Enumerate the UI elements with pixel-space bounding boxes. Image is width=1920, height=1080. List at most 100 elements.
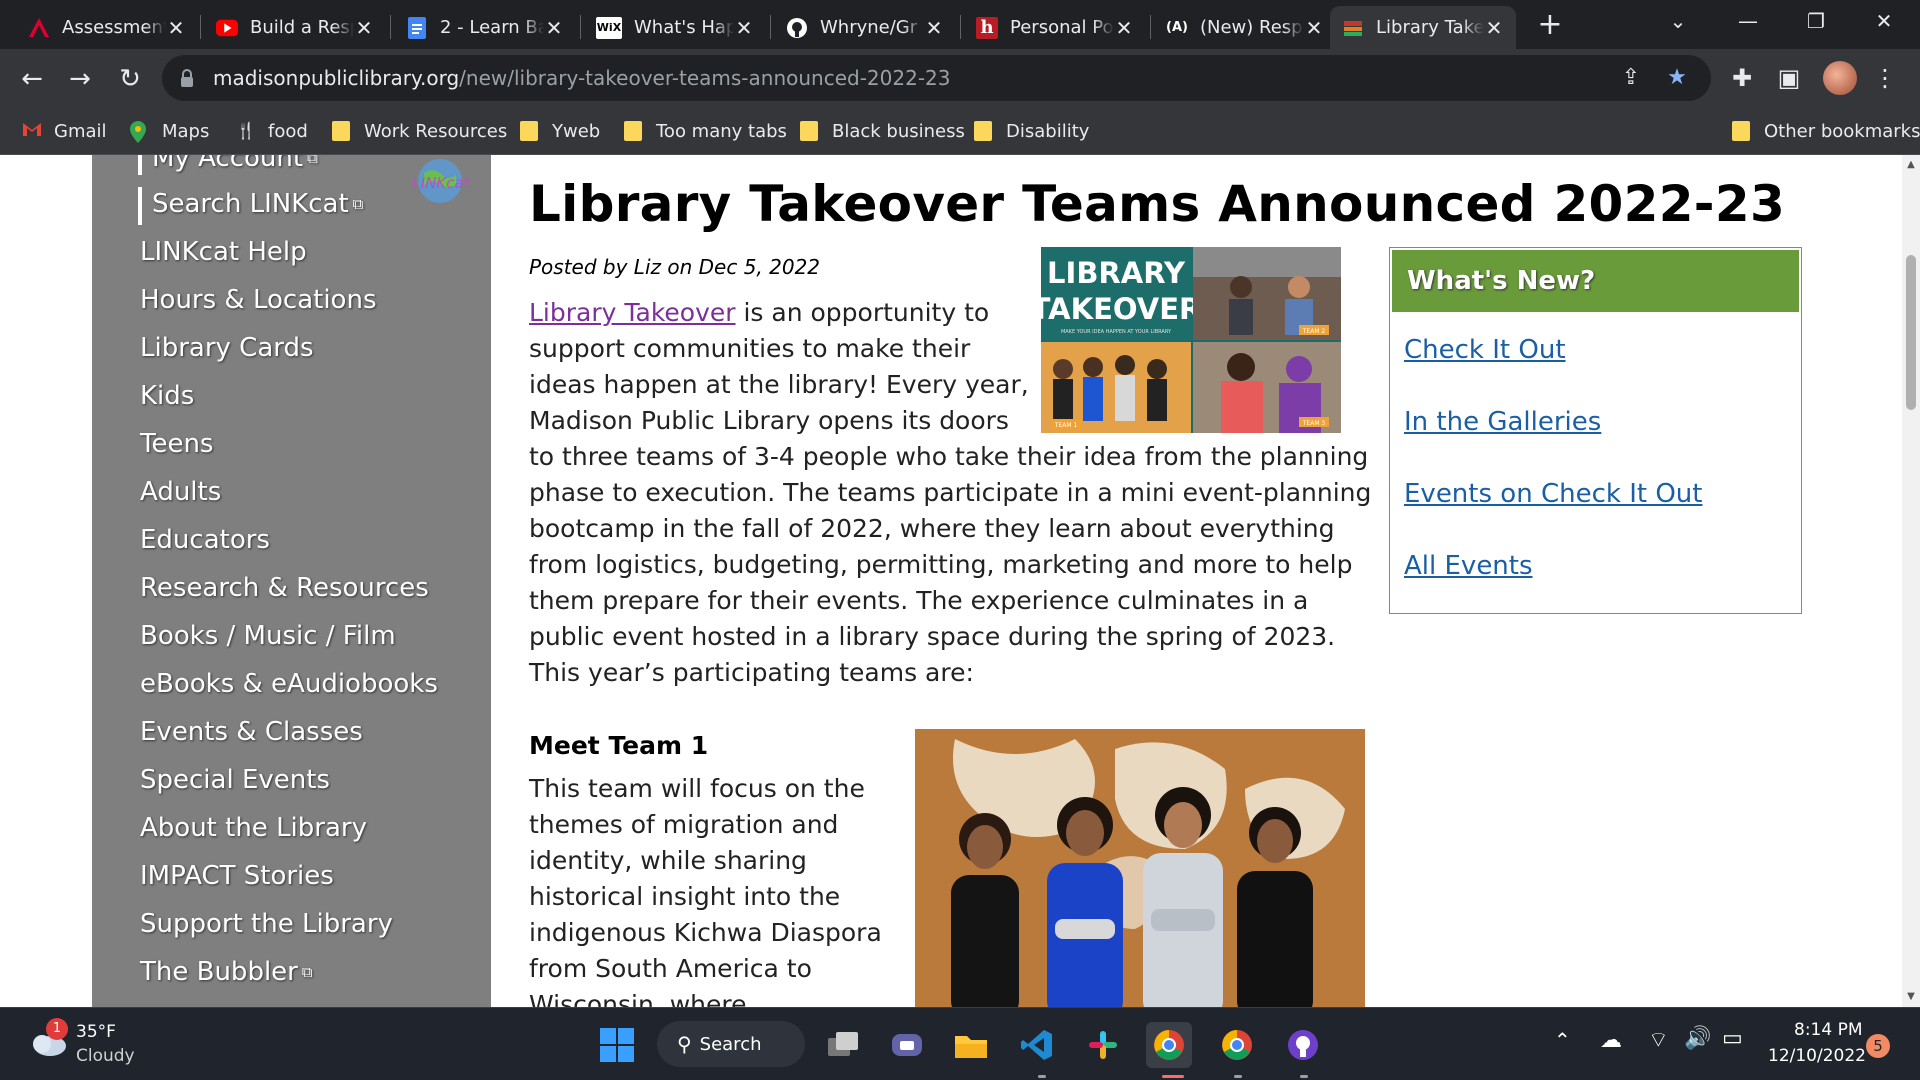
tab-title: (New) Resp — [1200, 17, 1303, 38]
whats-new-link-events-check-it-out[interactable]: Events on Check It Out — [1404, 479, 1702, 509]
bookmark-maps[interactable]: Maps — [130, 117, 209, 145]
bookmark-folder-other-bookmarks[interactable]: Other bookmarks — [1732, 117, 1920, 145]
tab-new-resp[interactable]: (A) (New) Resp ✕ — [1154, 6, 1336, 49]
restore-button[interactable]: ❐ — [1786, 0, 1846, 42]
vscode-icon[interactable] — [1014, 1022, 1060, 1068]
bookmark-folder-yweb[interactable]: Yweb — [520, 117, 600, 145]
sidebar-item-label: Support the Library — [140, 909, 393, 939]
tab-github[interactable]: Whryne/Gr ✕ — [774, 6, 956, 49]
sidebar-item-special-events[interactable]: Special Events — [140, 765, 330, 795]
team-1-heading: Meet Team 1 — [529, 731, 709, 760]
weather-widget[interactable]: 1 35°F Cloudy — [28, 1018, 168, 1070]
close-icon[interactable]: ✕ — [924, 16, 944, 40]
chrome-profile-1-icon[interactable] — [1146, 1022, 1192, 1068]
tab-personal-po[interactable]: h Personal Po ✕ — [964, 6, 1146, 49]
sidebar-item-support-library[interactable]: Support the Library — [140, 909, 393, 939]
teams-chat-icon[interactable] — [884, 1022, 930, 1068]
close-icon[interactable]: ✕ — [1304, 16, 1324, 40]
sidebar-item-search-linkcat[interactable]: Search LINKcat ⧉ — [152, 189, 363, 219]
tab-build-a-resp[interactable]: Build a Resp ✕ — [204, 6, 386, 49]
close-window-button[interactable]: ✕ — [1854, 0, 1914, 42]
more-menu-icon[interactable]: ⋮ — [1868, 61, 1902, 95]
new-tab-button[interactable]: + — [1532, 7, 1568, 43]
bookmark-folder-disability[interactable]: Disability — [974, 117, 1089, 145]
tab-assessment[interactable]: Assessment ✕ — [16, 6, 198, 49]
close-icon[interactable]: ✕ — [734, 16, 754, 40]
close-icon[interactable]: ✕ — [544, 16, 564, 40]
tab-whats-hap[interactable]: WiX What's Hap ✕ — [584, 6, 766, 49]
close-icon[interactable]: ✕ — [1114, 16, 1134, 40]
linkcat-logo[interactable]: LINKcat — [402, 155, 480, 207]
file-explorer-icon[interactable] — [948, 1022, 994, 1068]
team-1-description: This team will focus on the themes of mi… — [529, 774, 882, 1007]
sidebar-item-kids[interactable]: Kids — [140, 381, 194, 411]
sidebar-item-educators[interactable]: Educators — [140, 525, 270, 555]
notification-badge[interactable]: 5 — [1866, 1034, 1890, 1058]
wifi-icon[interactable]: ⌔ — [1648, 1026, 1669, 1054]
forward-button[interactable]: → — [62, 61, 98, 97]
bookmark-food[interactable]: 🍴 food — [236, 117, 308, 145]
tab-learn[interactable]: 2 - Learn Ba ✕ — [394, 6, 576, 49]
sidebar-item-impact-stories[interactable]: IMPACT Stories — [140, 861, 334, 891]
side-panel-icon[interactable]: ▣ — [1772, 61, 1806, 95]
whats-new-link-galleries[interactable]: In the Galleries — [1404, 407, 1601, 437]
taskbar-search[interactable]: ⚲ Search — [657, 1021, 805, 1067]
page-scrollbar[interactable]: ▲ ▼ — [1902, 155, 1920, 1007]
onedrive-cloud-icon[interactable]: ☁ — [1600, 1028, 1622, 1053]
sidebar-item-linkcat-help[interactable]: LINKcat Help — [140, 237, 307, 267]
tab-library-takeover[interactable]: Library Take ✕ — [1330, 6, 1516, 49]
reload-button[interactable]: ↻ — [112, 61, 148, 97]
bookmark-gmail[interactable]: Gmail — [22, 117, 107, 145]
sidebar-item-about-library[interactable]: About the Library — [140, 813, 367, 843]
bookmark-star-icon[interactable]: ★ — [1662, 63, 1692, 93]
clock-time[interactable]: 8:14 PM — [1794, 1020, 1863, 1040]
url-text[interactable]: madisonpubliclibrary.org/new/library-tak… — [213, 66, 950, 90]
chrome-profile-2-icon[interactable] — [1214, 1022, 1260, 1068]
minimize-button[interactable]: — — [1718, 0, 1778, 42]
close-icon[interactable]: ✕ — [354, 16, 374, 40]
whats-new-link-all-events[interactable]: All Events — [1404, 551, 1533, 581]
youtube-icon — [216, 17, 238, 39]
clock-date[interactable]: 12/10/2022 — [1768, 1046, 1866, 1066]
bookmark-label: Too many tabs — [656, 120, 787, 142]
gmail-icon — [22, 121, 41, 141]
sidebar-item-books-music-film[interactable]: Books / Music / Film — [140, 621, 396, 651]
sidebar-item-adults[interactable]: Adults — [140, 477, 221, 507]
scroll-up-arrow-icon[interactable]: ▲ — [1902, 159, 1920, 170]
bookmark-folder-work-resources[interactable]: Work Resources — [332, 117, 507, 145]
share-icon[interactable]: ⇪ — [1616, 63, 1646, 93]
whats-new-link-check-it-out[interactable]: Check It Out — [1404, 335, 1566, 365]
library-takeover-link[interactable]: Library Takeover — [529, 298, 736, 327]
bookmark-folder-too-many-tabs[interactable]: Too many tabs — [624, 117, 787, 145]
tab-search-chevron-icon[interactable]: ⌄ — [1648, 0, 1708, 42]
slack-icon[interactable] — [1080, 1022, 1126, 1068]
sidebar-item-hours-locations[interactable]: Hours & Locations — [140, 285, 377, 315]
library-takeover-hero-image: LIBRARY TAKEOVER MAKE YOUR IDEA HAPPEN A… — [1041, 247, 1341, 433]
start-button[interactable] — [594, 1022, 640, 1068]
sidebar-item-teens[interactable]: Teens — [140, 429, 213, 459]
tray-overflow-chevron-icon[interactable]: ⌃ — [1554, 1028, 1571, 1052]
github-desktop-icon[interactable] — [1280, 1022, 1326, 1068]
extensions-puzzle-icon[interactable]: ✚ — [1725, 61, 1759, 95]
volume-icon[interactable]: 🔊 — [1684, 1026, 1711, 1051]
sidebar-item-events-classes[interactable]: Events & Classes — [140, 717, 363, 747]
close-icon[interactable]: ✕ — [166, 16, 186, 40]
close-icon[interactable]: ✕ — [1484, 16, 1504, 40]
whats-new-heading: What's New? — [1392, 250, 1799, 312]
sidebar-item-the-bubbler[interactable]: The Bubbler ⧉ — [140, 957, 313, 987]
sidebar-item-label: My Account — [152, 155, 304, 173]
bookmark-folder-black-business[interactable]: Black business — [800, 117, 965, 145]
sidebar-item-research-resources[interactable]: Research & Resources — [140, 573, 429, 603]
sidebar-item-my-account[interactable]: My Account ⧉ — [152, 155, 318, 173]
scroll-down-arrow-icon[interactable]: ▼ — [1902, 991, 1920, 1002]
battery-icon[interactable]: ▭ — [1722, 1026, 1743, 1051]
task-view-icon[interactable] — [820, 1022, 866, 1068]
scrollbar-thumb[interactable] — [1906, 255, 1916, 410]
sidebar-item-library-cards[interactable]: Library Cards — [140, 333, 314, 363]
avatar[interactable] — [1823, 61, 1857, 95]
sidebar-item-ebooks[interactable]: eBooks & eAudiobooks — [140, 669, 438, 699]
tab-separator — [200, 15, 201, 39]
address-bar[interactable]: madisonpubliclibrary.org/new/library-tak… — [162, 55, 1711, 101]
back-button[interactable]: ← — [14, 61, 50, 97]
post-byline: Posted by Liz on Dec 5, 2022 — [529, 255, 821, 279]
